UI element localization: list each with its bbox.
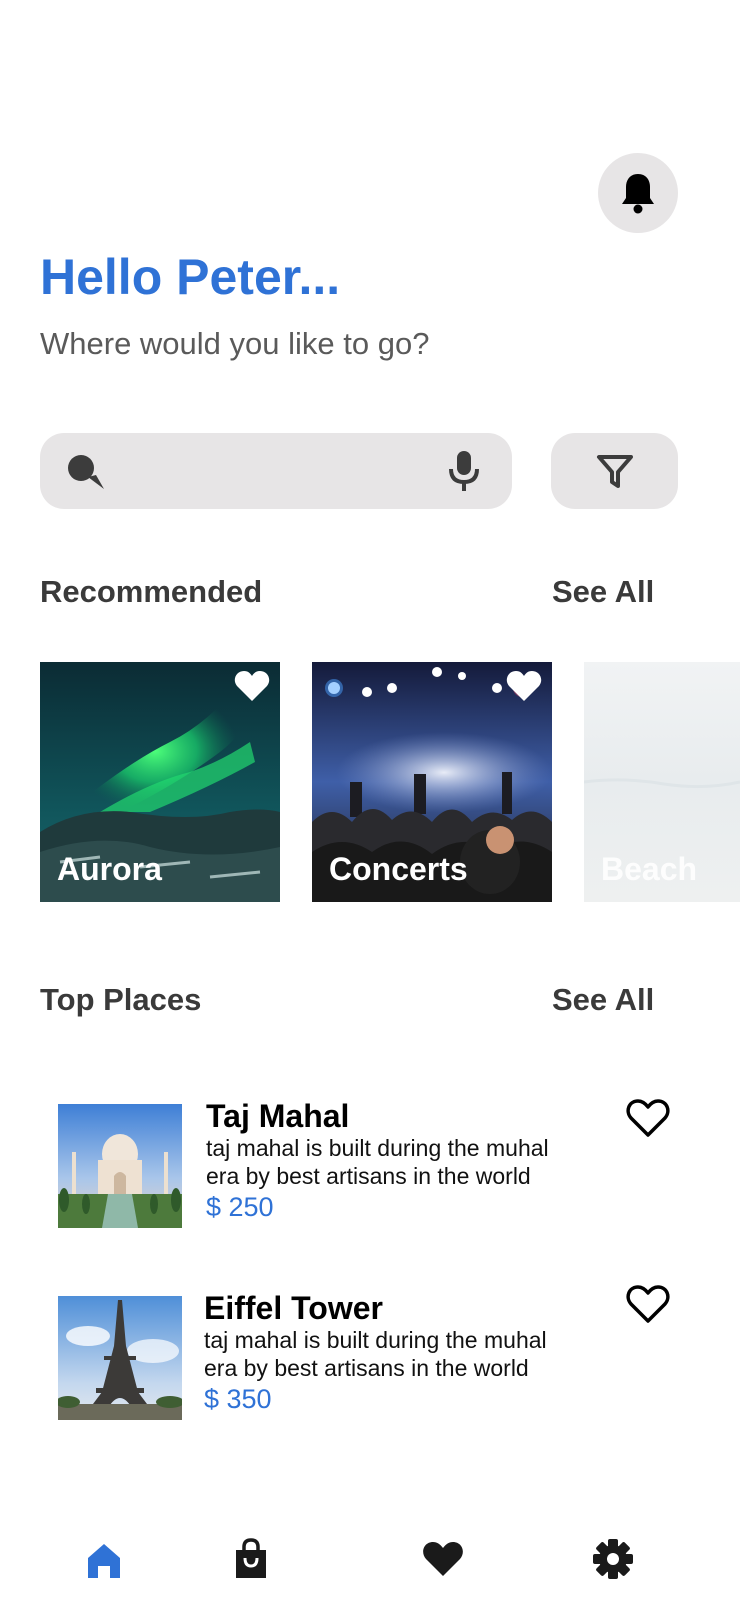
filter-icon (596, 455, 633, 488)
recommended-card-aurora[interactable]: Aurora (40, 662, 280, 902)
settings-icon[interactable] (592, 1538, 634, 1580)
filter-button[interactable] (551, 433, 678, 509)
top-places-title: Top Places (40, 982, 202, 1017)
bell-icon (622, 174, 654, 214)
place-price: $ 350 (204, 1384, 272, 1414)
place-price: $ 250 (206, 1192, 274, 1222)
favorite-outline-icon[interactable] (626, 1284, 670, 1324)
recommended-card-concerts[interactable]: Concerts (312, 662, 552, 902)
recommended-card-beach[interactable]: Beach (584, 662, 740, 902)
place-thumbnail (58, 1296, 182, 1420)
place-item-eiffel-tower[interactable]: Eiffel Tower taj mahal is built during t… (58, 1285, 678, 1426)
place-description: taj mahal is built during the muhal era … (206, 1135, 549, 1189)
favorite-outline-icon[interactable] (626, 1098, 670, 1138)
heart-icon[interactable] (422, 1540, 464, 1578)
microphone-icon[interactable] (446, 449, 482, 493)
home-icon[interactable] (86, 1542, 122, 1580)
search-input[interactable] (120, 447, 424, 497)
top-places-see-all-link[interactable]: See All (552, 982, 654, 1018)
notifications-button[interactable] (598, 153, 678, 233)
card-label: Beach (601, 851, 698, 887)
shopping-bag-icon[interactable] (232, 1538, 270, 1580)
recommended-see-all-link[interactable]: See All (552, 574, 654, 610)
eiffel-tower-image (58, 1296, 182, 1420)
search-icon (68, 455, 104, 489)
bottom-nav (0, 1520, 740, 1600)
favorite-heart-icon[interactable] (234, 670, 270, 702)
card-label: Concerts (329, 851, 468, 887)
greeting-subtitle: Where would you like to go? (40, 326, 430, 361)
favorite-heart-icon[interactable] (506, 670, 542, 702)
greeting-title: Hello Peter... (40, 249, 341, 305)
place-thumbnail (58, 1104, 182, 1228)
place-description: taj mahal is built during the muhal era … (204, 1327, 547, 1381)
card-label: Aurora (57, 851, 162, 887)
place-name: Taj Mahal (206, 1098, 350, 1134)
recommended-title: Recommended (40, 574, 263, 609)
place-name: Eiffel Tower (204, 1290, 383, 1326)
taj-mahal-image (58, 1104, 182, 1228)
search-bar[interactable] (40, 433, 512, 509)
place-item-taj-mahal[interactable]: Taj Mahal taj mahal is built during the … (58, 1098, 678, 1234)
